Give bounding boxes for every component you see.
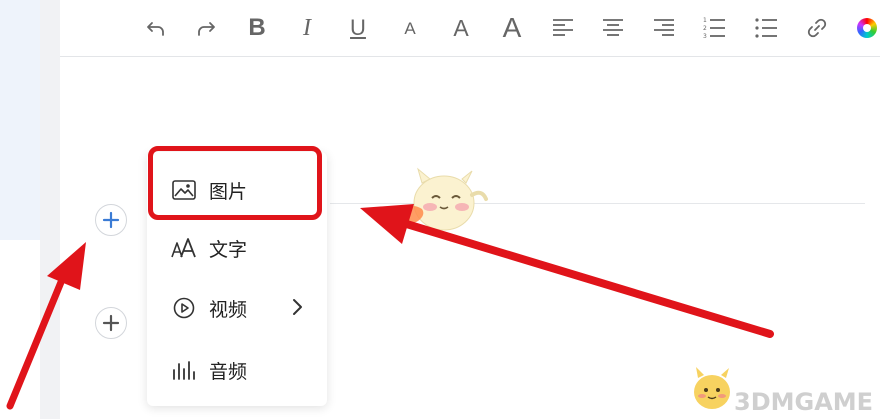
watermark-text: 3DMGAME xyxy=(734,388,874,416)
annotation-arrow-left xyxy=(360,204,774,338)
annotation-arrow-up xyxy=(6,242,86,410)
annotation-arrows xyxy=(6,204,774,410)
watermark-logo-icon xyxy=(694,367,730,409)
